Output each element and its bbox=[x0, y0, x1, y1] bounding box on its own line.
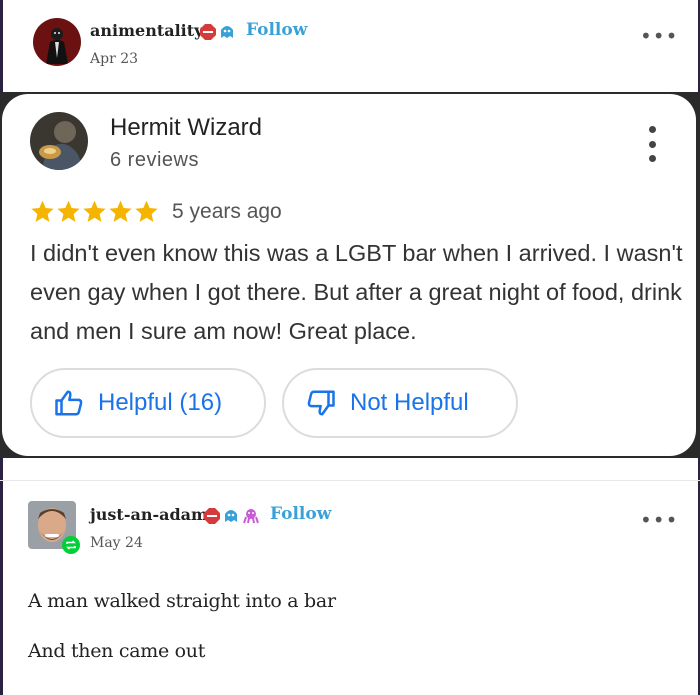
avatar[interactable] bbox=[33, 18, 81, 66]
ghost-badge-icon bbox=[218, 24, 236, 44]
octopus-badge-icon bbox=[242, 508, 260, 528]
post-text-line: And then came out bbox=[28, 640, 206, 662]
thumbs-down-icon bbox=[307, 390, 335, 416]
review-card: Hermit Wizard 6 reviews 5 years ago I di… bbox=[2, 94, 696, 456]
more-options-icon[interactable]: ••• bbox=[640, 24, 678, 48]
follow-button[interactable]: Follow bbox=[270, 504, 331, 524]
ghost-badge-icon bbox=[222, 508, 240, 528]
star-icon bbox=[31, 200, 54, 222]
stop-sign-badge-icon bbox=[200, 24, 216, 44]
badge-group bbox=[200, 24, 236, 44]
star-icon bbox=[135, 200, 158, 222]
badge-group bbox=[204, 508, 260, 528]
post-header-1: animentality Follow Apr 23 ••• bbox=[0, 0, 700, 80]
review-time: 5 years ago bbox=[172, 200, 282, 223]
review-text: I didn't even know this was a LGBT bar w… bbox=[30, 240, 683, 344]
reblog-badge-icon bbox=[62, 536, 80, 558]
avatar-image bbox=[33, 18, 81, 66]
helpful-button[interactable]: Helpful (16) bbox=[30, 368, 266, 438]
stop-sign-badge-icon bbox=[204, 508, 220, 528]
post-date: May 24 bbox=[90, 535, 143, 551]
post-text-line: A man walked straight into a bar bbox=[28, 590, 336, 612]
reviewer-avatar[interactable] bbox=[30, 112, 88, 170]
more-options-icon[interactable]: ••• bbox=[640, 508, 678, 532]
not-helpful-button[interactable]: Not Helpful bbox=[282, 368, 518, 438]
not-helpful-label: Not Helpful bbox=[350, 389, 469, 416]
review-count: 6 reviews bbox=[110, 149, 199, 171]
review-screenshot: Hermit Wizard 6 reviews 5 years ago I di… bbox=[0, 92, 700, 458]
helpful-label: Helpful (16) bbox=[98, 389, 223, 416]
post-date: Apr 23 bbox=[90, 51, 139, 67]
kebab-menu-icon[interactable] bbox=[644, 126, 660, 162]
follow-button[interactable]: Follow bbox=[246, 20, 307, 40]
username[interactable]: just-an-adam bbox=[90, 505, 208, 524]
reviewer-avatar-image bbox=[30, 112, 88, 170]
star-icon bbox=[109, 200, 132, 222]
reviewer-name[interactable]: Hermit Wizard bbox=[110, 114, 262, 142]
star-rating bbox=[30, 199, 159, 224]
star-icon bbox=[83, 200, 106, 222]
thumbs-up-icon bbox=[55, 390, 83, 416]
post-header-2: just-an-adam Follow May 24 ••• bbox=[0, 480, 700, 560]
username[interactable]: animentality bbox=[90, 21, 203, 40]
star-icon bbox=[57, 200, 80, 222]
